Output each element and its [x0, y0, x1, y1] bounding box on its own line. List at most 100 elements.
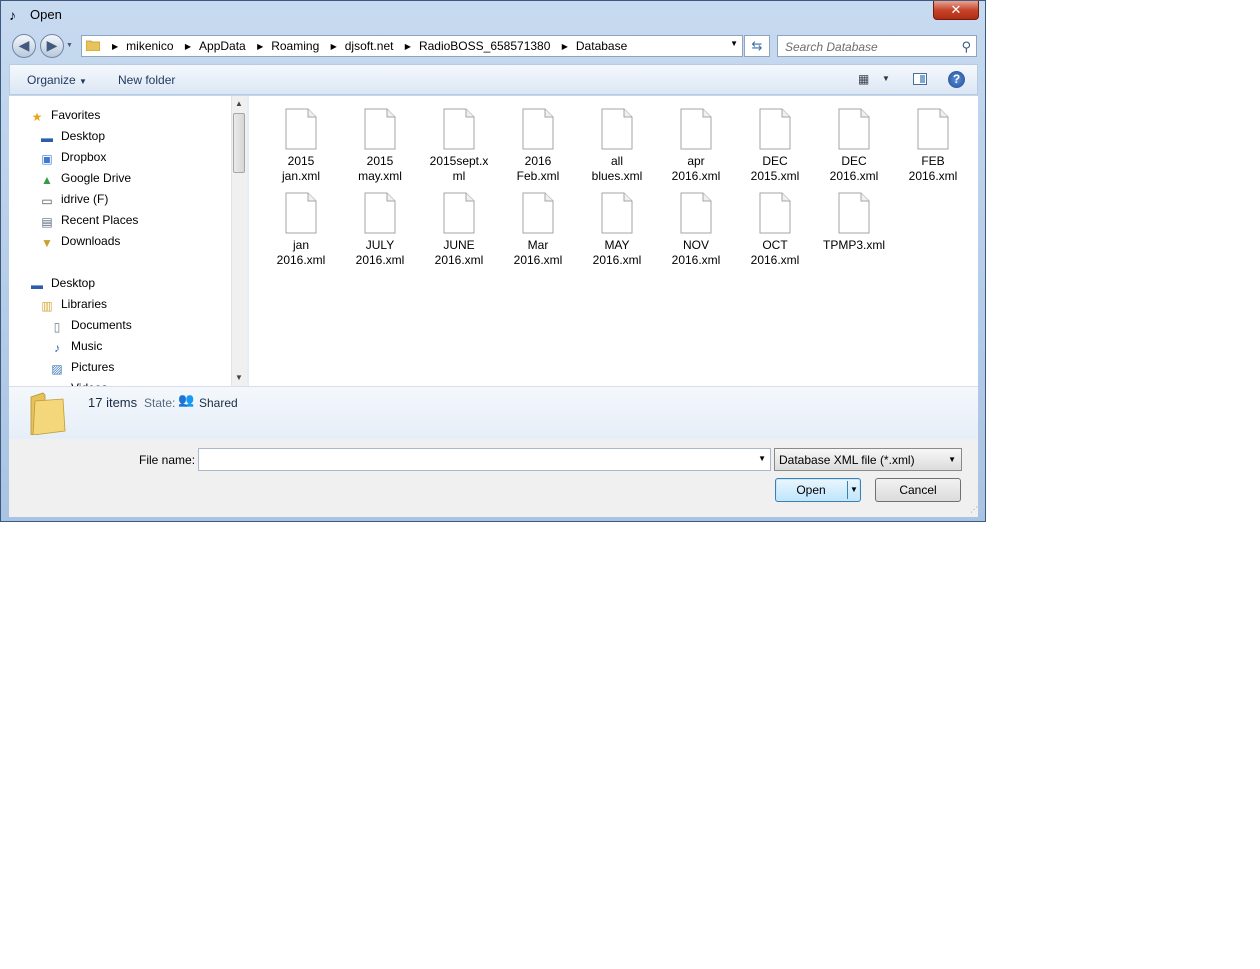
- nav-item-recent-places[interactable]: ▤ Recent Places: [39, 213, 138, 229]
- file-item[interactable]: 2015 jan.xml: [264, 108, 338, 184]
- folder-large-icon: [30, 392, 66, 435]
- document-icon: [838, 192, 870, 234]
- file-name-line-2: 2016.xml: [908, 169, 958, 183]
- search-icon[interactable]: ⚲: [961, 39, 971, 55]
- open-options-dropdown-icon[interactable]: ▼: [850, 485, 858, 494]
- preview-pane-icon[interactable]: [913, 73, 927, 85]
- address-dropdown-icon[interactable]: ▼: [730, 39, 738, 48]
- organize-button[interactable]: Organize ▼: [27, 73, 87, 87]
- nav-item-pictures[interactable]: ▨ Pictures: [49, 360, 114, 376]
- file-type-select[interactable]: Database XML file (*.xml) ▼: [774, 448, 962, 471]
- file-name-line-2: 2016.xml: [671, 169, 721, 183]
- file-item[interactable]: JULY 2016.xml: [343, 192, 417, 268]
- back-button[interactable]: ◀: [12, 34, 36, 58]
- document-icon: [759, 192, 791, 234]
- nav-item-label: Pictures: [71, 360, 115, 374]
- file-name-line-1: 2015: [287, 154, 315, 168]
- breadcrumb-item[interactable]: RadioBOSS_658571380: [419, 39, 550, 53]
- refresh-icon: ⇆: [751, 38, 763, 53]
- nav-item-label: Documents: [71, 318, 132, 332]
- view-options-dropdown-icon[interactable]: ▼: [882, 74, 890, 83]
- chevron-right-icon[interactable]: ▶: [257, 42, 263, 51]
- nav-item-libraries[interactable]: ▥ Libraries: [39, 297, 107, 313]
- item-count: 17 items: [88, 395, 138, 410]
- search-input[interactable]: Search Database ⚲: [777, 35, 977, 57]
- file-item[interactable]: OCT 2016.xml: [738, 192, 812, 268]
- refresh-button[interactable]: ⇆: [744, 35, 770, 57]
- nav-item-desktop[interactable]: ▬ Desktop: [29, 276, 95, 292]
- desktop-icon: ▬: [31, 278, 43, 292]
- file-item[interactable]: all blues.xml: [580, 108, 654, 184]
- document-icon: [285, 192, 317, 234]
- organize-label: Organize: [27, 73, 76, 87]
- downloads-icon: ▼: [41, 236, 53, 250]
- nav-item-desktop[interactable]: ▬ Desktop: [39, 129, 105, 145]
- open-label: Open: [796, 483, 826, 497]
- title-bar[interactable]: ♪ Open ✕: [1, 1, 985, 29]
- nav-item-favorites[interactable]: ★ Favorites: [29, 108, 101, 124]
- file-name-dropdown-icon[interactable]: ▼: [758, 454, 766, 463]
- nav-item-label: Google Drive: [61, 171, 132, 185]
- nav-item-google-drive[interactable]: ▲ Google Drive: [39, 171, 131, 187]
- chevron-down-icon: ▼: [66, 42, 73, 49]
- forward-button[interactable]: ▶: [40, 34, 64, 58]
- breadcrumb-item[interactable]: AppData: [199, 39, 246, 53]
- nav-item-label: Music: [71, 339, 103, 353]
- recent-locations-dropdown[interactable]: ▼: [66, 42, 73, 49]
- file-item[interactable]: jan 2016.xml: [264, 192, 338, 268]
- breadcrumb-item[interactable]: djsoft.net: [345, 39, 394, 53]
- file-item[interactable]: MAY 2016.xml: [580, 192, 654, 268]
- nav-item-dropbox[interactable]: ▣ Dropbox: [39, 150, 106, 166]
- nav-item-music[interactable]: ♪ Music: [49, 339, 102, 355]
- file-item[interactable]: FEB 2016.xml: [896, 108, 970, 184]
- file-name-input[interactable]: ▼: [198, 448, 771, 471]
- file-item[interactable]: NOV 2016.xml: [659, 192, 733, 268]
- chevron-right-icon[interactable]: ▶: [331, 42, 337, 51]
- file-item[interactable]: apr 2016.xml: [659, 108, 733, 184]
- scroll-thumb[interactable]: [233, 113, 245, 173]
- chevron-right-icon[interactable]: ▶: [112, 42, 118, 51]
- breadcrumb-item[interactable]: Roaming: [271, 39, 319, 53]
- nav-item-downloads[interactable]: ▼ Downloads: [39, 234, 120, 250]
- file-item[interactable]: DEC 2016.xml: [817, 108, 891, 184]
- help-icon[interactable]: ?: [948, 71, 965, 88]
- star-icon: ★: [31, 110, 43, 124]
- arrow-left-icon: ◀: [18, 37, 30, 53]
- details-pane: 17 items State: 👥 Shared: [9, 386, 978, 439]
- resize-grip-icon[interactable]: ⋰: [970, 505, 978, 514]
- change-view-icon[interactable]: ▦: [858, 72, 869, 86]
- new-folder-button[interactable]: New folder: [118, 73, 175, 87]
- file-item[interactable]: TPMP3.xml: [817, 192, 891, 253]
- scroll-down-icon[interactable]: ▼: [235, 373, 243, 382]
- file-item[interactable]: JUNE 2016.xml: [422, 192, 496, 268]
- file-item[interactable]: 2015sept.x ml: [422, 108, 496, 184]
- scroll-up-icon[interactable]: ▲: [235, 99, 243, 108]
- file-name-line-1: jan: [292, 238, 309, 252]
- file-item[interactable]: Mar 2016.xml: [501, 192, 575, 268]
- chevron-right-icon[interactable]: ▶: [185, 42, 191, 51]
- file-item[interactable]: 2015 may.xml: [343, 108, 417, 184]
- nav-item-label: Dropbox: [61, 150, 107, 164]
- document-icon: [680, 192, 712, 234]
- nav-scrollbar[interactable]: ▲ ▼: [231, 96, 247, 386]
- breadcrumb-item[interactable]: mikenico: [126, 39, 173, 53]
- nav-item-documents[interactable]: ▯ Documents: [49, 318, 132, 334]
- close-button[interactable]: ✕: [933, 1, 979, 20]
- open-button[interactable]: Open ▼: [775, 478, 861, 502]
- dropbox-icon: ▣: [41, 152, 53, 166]
- chevron-right-icon[interactable]: ▶: [562, 42, 568, 51]
- arrow-right-icon: ▶: [46, 37, 58, 53]
- file-name-line-2: may.xml: [358, 169, 402, 183]
- cancel-button[interactable]: Cancel: [875, 478, 961, 502]
- file-item[interactable]: 2016 Feb.xml: [501, 108, 575, 184]
- chevron-right-icon[interactable]: ▶: [405, 42, 411, 51]
- window-title: Open: [30, 7, 62, 22]
- google-drive-icon: ▲: [41, 173, 53, 187]
- breadcrumb-item[interactable]: Database: [576, 39, 627, 53]
- shared-users-icon: 👥: [178, 392, 195, 407]
- file-name-line-1: OCT: [762, 238, 788, 252]
- file-item[interactable]: DEC 2015.xml: [738, 108, 812, 184]
- nav-item-idrive-f[interactable]: ▭ idrive (F): [39, 192, 108, 208]
- address-bar[interactable]: ▶ mikenico ▶ AppData ▶ Roaming ▶ djsoft.net …: [81, 35, 743, 57]
- file-name-line-2: 2016.xml: [513, 253, 563, 267]
